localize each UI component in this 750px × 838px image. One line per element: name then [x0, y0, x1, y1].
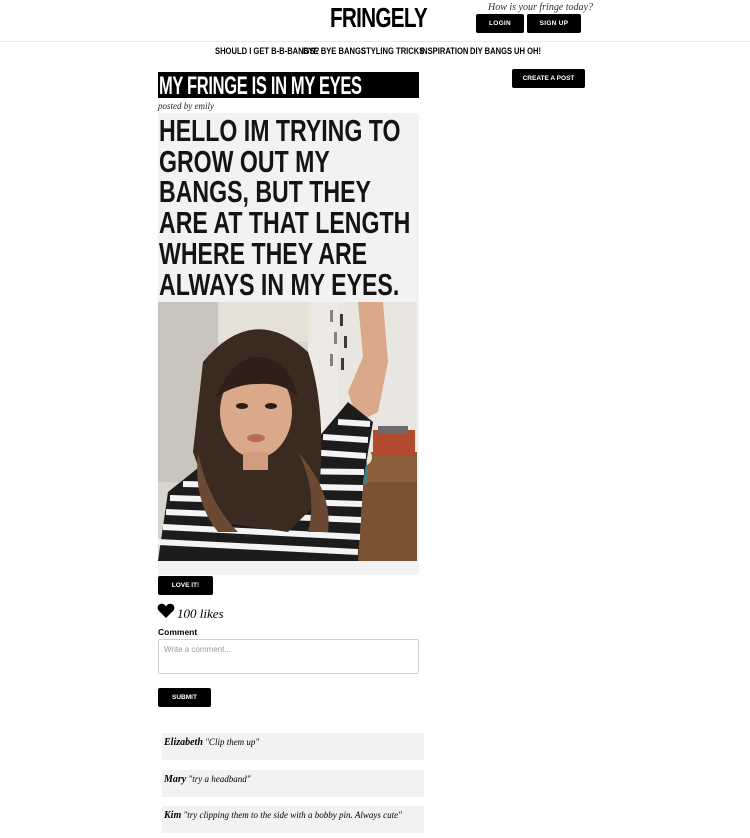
site-logo[interactable]: FRINGELY	[330, 2, 428, 34]
post-title: MY FRINGE IS IN MY EYES	[159, 72, 362, 98]
post-photo	[158, 302, 417, 561]
submit-button[interactable]: SUBMIT	[158, 688, 211, 707]
comment-text: "try clipping them to the side with a bo…	[183, 810, 402, 820]
comment-input[interactable]	[158, 639, 419, 674]
comment-item: Mary "try a headband"	[162, 770, 424, 797]
heart-icon[interactable]	[157, 602, 175, 619]
nav-item-styling-tricks[interactable]: STYLING TRICKS	[361, 46, 424, 57]
comment-item: Elizabeth "Clip them up"	[162, 733, 424, 760]
post-author: posted by emily	[158, 101, 214, 111]
post-body: HELLO IM TRYING TO GROW OUT MY BANGS, BU…	[159, 114, 411, 331]
comment-text: "try a headband"	[188, 774, 251, 784]
nav-item-diy-bangs[interactable]: DIY BANGS	[470, 46, 512, 57]
site-header: FRINGELY How is your fringe today? LOGIN…	[0, 0, 750, 42]
comment-author: Elizabeth	[164, 737, 203, 748]
love-it-button[interactable]: LOVE IT!	[158, 576, 213, 595]
selfie-photo-icon	[158, 302, 417, 561]
comment-label: Comment	[158, 627, 198, 637]
create-post-button[interactable]: CREATE A POST	[512, 69, 585, 88]
comment-item: Kim "try clipping them to the side with …	[162, 806, 424, 833]
comment-author: Kim	[164, 810, 182, 821]
comment-author: Mary	[164, 774, 187, 785]
nav-item-inspiration[interactable]: INSPIRATION	[420, 46, 468, 57]
post-title-bar: MY FRINGE IS IN MY EYES	[158, 72, 419, 98]
login-button[interactable]: LOGIN	[476, 14, 524, 33]
post-card: HELLO IM TRYING TO GROW OUT MY BANGS, BU…	[158, 113, 419, 575]
nav-item-uh-oh[interactable]: UH OH!	[514, 46, 541, 57]
likes-count: 100 likes	[177, 606, 224, 621]
signup-button[interactable]: SIGN UP	[527, 14, 581, 33]
nav-item-bye-bye-bangs[interactable]: BYE BYE BANGS	[303, 46, 366, 57]
comment-text: "Clip them up"	[205, 737, 260, 747]
header-tagline: How is your fringe today?	[488, 2, 593, 13]
main-nav: SHOULD I GET B-B-BANGS? BYE BYE BANGS ST…	[0, 44, 750, 60]
